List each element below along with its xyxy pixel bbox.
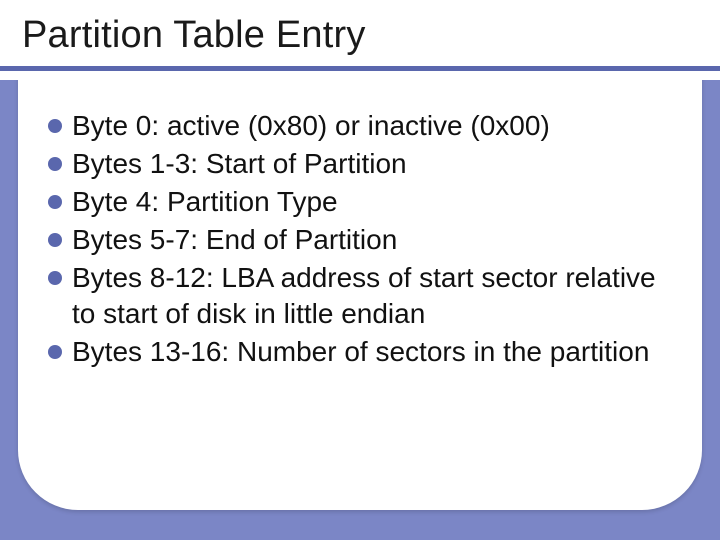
bullet-icon — [48, 271, 62, 285]
list-item: Bytes 13-16: Number of sectors in the pa… — [48, 334, 668, 370]
bullet-icon — [48, 195, 62, 209]
bullet-icon — [48, 119, 62, 133]
list-item-text: Bytes 5-7: End of Partition — [72, 222, 397, 258]
slide-title: Partition Table Entry — [22, 14, 366, 57]
bullet-icon — [48, 157, 62, 171]
list-item: Bytes 8-12: LBA address of start sector … — [48, 260, 668, 332]
list-item-text: Bytes 8-12: LBA address of start sector … — [72, 260, 668, 332]
list-item: Bytes 1-3: Start of Partition — [48, 146, 668, 182]
bullet-list: Byte 0: active (0x80) or inactive (0x00)… — [48, 108, 668, 372]
list-item-text: Bytes 1-3: Start of Partition — [72, 146, 407, 182]
list-item-text: Bytes 13-16: Number of sectors in the pa… — [72, 334, 649, 370]
bullet-icon — [48, 233, 62, 247]
list-item: Bytes 5-7: End of Partition — [48, 222, 668, 258]
list-item-text: Byte 4: Partition Type — [72, 184, 338, 220]
list-item: Byte 0: active (0x80) or inactive (0x00) — [48, 108, 668, 144]
title-underline — [0, 66, 720, 71]
list-item-text: Byte 0: active (0x80) or inactive (0x00) — [72, 108, 550, 144]
bullet-icon — [48, 345, 62, 359]
list-item: Byte 4: Partition Type — [48, 184, 668, 220]
